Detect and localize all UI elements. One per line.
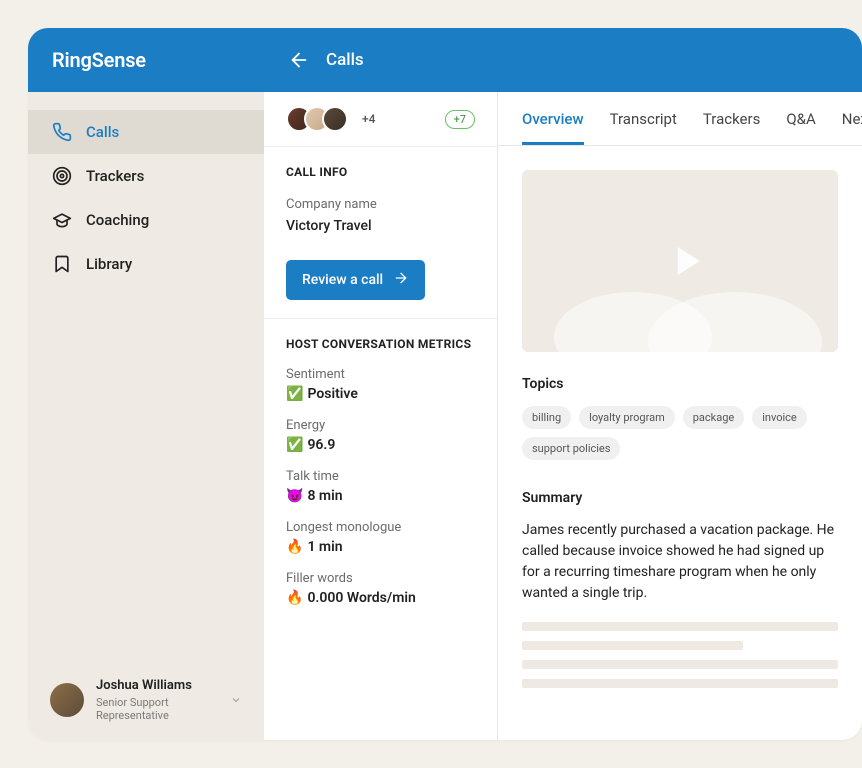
metric-value: 96.9 — [307, 437, 335, 453]
target-icon — [52, 166, 72, 186]
tab-transcript[interactable]: Transcript — [610, 92, 677, 145]
content-body: Topics billing loyalty program package i… — [498, 146, 862, 722]
nav: Calls Trackers Coaching Library — [28, 92, 264, 664]
topic-chip[interactable]: invoice — [752, 406, 807, 429]
company-value: Victory Travel — [286, 218, 475, 234]
content: Overview Transcript Trackers Q&A Next st… — [498, 92, 862, 740]
topic-chip[interactable]: loyalty program — [579, 406, 675, 429]
metric-label: Energy — [286, 418, 475, 433]
skeleton-line — [522, 641, 743, 650]
nav-item-calls[interactable]: Calls — [28, 110, 264, 154]
tab-trackers[interactable]: Trackers — [703, 92, 760, 145]
company-label: Company name — [286, 197, 475, 212]
topics-chips: billing loyalty program package invoice … — [522, 406, 838, 460]
tab-overview[interactable]: Overview — [522, 92, 584, 145]
nav-label: Coaching — [86, 211, 149, 229]
video-player[interactable] — [522, 170, 838, 352]
metric-talk-time: Talk time 😈8 min — [286, 469, 475, 504]
metric-monologue: Longest monologue 🔥1 min — [286, 520, 475, 555]
participant-avatar — [322, 106, 348, 132]
nav-label: Library — [86, 255, 132, 273]
fire-icon: 🔥 — [286, 539, 303, 555]
nav-item-library[interactable]: Library — [28, 242, 264, 286]
participants-row: +4 +7 — [264, 92, 497, 147]
user-role: Senior Support Representative — [96, 696, 218, 722]
section-title: CALL INFO — [286, 165, 475, 179]
user-avatar — [50, 683, 84, 717]
user-info: Joshua Williams Senior Support Represent… — [96, 678, 218, 722]
summary-heading: Summary — [522, 490, 838, 506]
phone-icon — [52, 122, 72, 142]
section-title: HOST CONVERSATION METRICS — [286, 337, 475, 351]
topic-chip[interactable]: billing — [522, 406, 571, 429]
more-participants: +4 — [362, 112, 375, 126]
skeleton-line — [522, 622, 838, 631]
tab-next-steps[interactable]: Next st — [842, 92, 862, 145]
check-icon: ✅ — [286, 437, 303, 453]
sidebar: RingSense Calls Trackers Coaching — [28, 28, 264, 740]
tab-qa[interactable]: Q&A — [786, 92, 815, 145]
info-panel: +4 +7 CALL INFO Company name Victory Tra… — [264, 92, 498, 740]
summary-text: James recently purchased a vacation pack… — [522, 520, 838, 604]
arrow-right-icon — [393, 270, 409, 290]
skeleton-line — [522, 679, 838, 688]
app-window: RingSense Calls Trackers Coaching — [28, 28, 862, 740]
topics-heading: Topics — [522, 376, 838, 392]
metric-value: 1 min — [307, 539, 342, 555]
topic-chip[interactable]: package — [683, 406, 745, 429]
main-body: +4 +7 CALL INFO Company name Victory Tra… — [264, 92, 862, 740]
main: Calls +4 +7 CALL INFO Compa — [264, 28, 862, 740]
metric-label: Talk time — [286, 469, 475, 484]
devil-icon: 😈 — [286, 488, 303, 504]
user-name: Joshua Williams — [96, 678, 218, 694]
page-title: Calls — [326, 50, 364, 70]
nav-label: Trackers — [86, 167, 144, 185]
metric-value: Positive — [307, 386, 357, 402]
bookmark-icon — [52, 254, 72, 274]
avatar-stack[interactable] — [286, 106, 348, 132]
check-icon: ✅ — [286, 386, 303, 402]
metric-sentiment: Sentiment ✅Positive — [286, 367, 475, 402]
app-logo: RingSense — [52, 48, 146, 72]
metric-energy: Energy ✅96.9 — [286, 418, 475, 453]
nav-item-coaching[interactable]: Coaching — [28, 198, 264, 242]
tabs: Overview Transcript Trackers Q&A Next st — [498, 92, 862, 146]
fire-icon: 🔥 — [286, 590, 303, 606]
skeleton-lines — [522, 622, 838, 688]
back-arrow-icon[interactable] — [288, 49, 310, 71]
play-icon — [678, 247, 700, 275]
call-info-section: CALL INFO Company name Victory Travel Re… — [264, 147, 497, 319]
metric-value: 8 min — [307, 488, 342, 504]
metric-label: Filler words — [286, 571, 475, 586]
metric-value: 0.000 Words/min — [307, 590, 415, 606]
review-call-button[interactable]: Review a call — [286, 260, 425, 300]
button-label: Review a call — [302, 272, 383, 288]
metric-filler-words: Filler words 🔥0.000 Words/min — [286, 571, 475, 606]
sidebar-header: RingSense — [28, 28, 264, 92]
count-badge[interactable]: +7 — [445, 110, 475, 129]
user-footer[interactable]: Joshua Williams Senior Support Represent… — [28, 664, 264, 740]
chevron-down-icon — [230, 691, 242, 710]
metric-label: Sentiment — [286, 367, 475, 382]
metric-label: Longest monologue — [286, 520, 475, 535]
topic-chip[interactable]: support policies — [522, 437, 620, 460]
nav-label: Calls — [86, 123, 119, 141]
skeleton-line — [522, 660, 838, 669]
nav-item-trackers[interactable]: Trackers — [28, 154, 264, 198]
main-header: Calls — [264, 28, 862, 92]
metrics-section: HOST CONVERSATION METRICS Sentiment ✅Pos… — [264, 319, 497, 624]
graduation-cap-icon — [52, 210, 72, 230]
